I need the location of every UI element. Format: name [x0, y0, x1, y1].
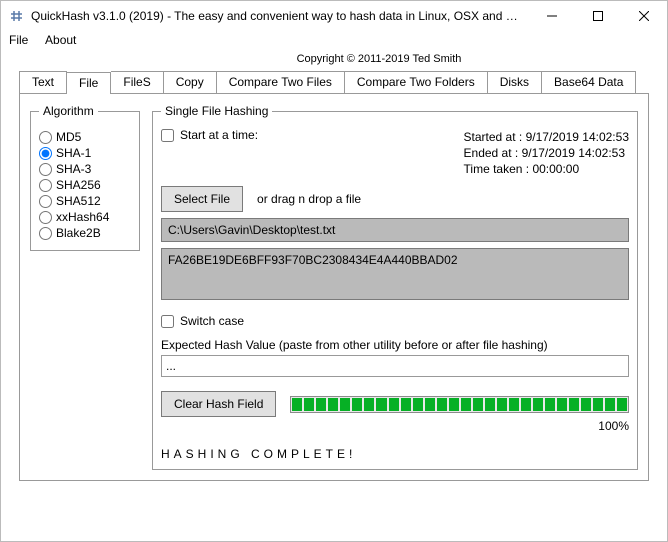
title-bar: QuickHash v3.1.0 (2019) - The easy and c… — [1, 1, 667, 31]
tab-files[interactable]: FileS — [111, 71, 163, 93]
radio-sha3[interactable]: SHA-3 — [39, 162, 131, 176]
app-icon — [9, 8, 25, 24]
switch-case-checkbox[interactable]: Switch case — [161, 314, 629, 328]
tab-bar: Text File FileS Copy Compare Two Files C… — [19, 71, 649, 93]
radio-sha256[interactable]: SHA256 — [39, 178, 131, 192]
started-at-label: Started at : — [464, 130, 523, 144]
start-at-time-checkbox[interactable]: Start at a time: — [161, 128, 258, 142]
hash-value-display: FA26BE19DE6BFF93F70BC2308434E4A440BBAD02 — [161, 248, 629, 300]
maximize-button[interactable] — [575, 1, 621, 31]
tab-compare-two-folders[interactable]: Compare Two Folders — [345, 71, 488, 93]
single-file-legend: Single File Hashing — [161, 104, 272, 118]
tab-content: Algorithm MD5 SHA-1 SHA-3 SHA256 SHA512 … — [19, 93, 649, 481]
algorithm-legend: Algorithm — [39, 104, 98, 118]
expected-hash-input[interactable] — [161, 355, 629, 377]
menu-about[interactable]: About — [45, 33, 76, 47]
radio-blake2b[interactable]: Blake2B — [39, 226, 131, 240]
tab-compare-two-files[interactable]: Compare Two Files — [217, 71, 345, 93]
tab-disks[interactable]: Disks — [488, 71, 542, 93]
radio-md5[interactable]: MD5 — [39, 130, 131, 144]
copyright-text: Copyright © 2011-2019 Ted Smith — [1, 53, 667, 65]
time-taken-value: 00:00:00 — [532, 162, 579, 176]
algorithm-group: Algorithm MD5 SHA-1 SHA-3 SHA256 SHA512 … — [30, 104, 140, 251]
tab-copy[interactable]: Copy — [164, 71, 217, 93]
menu-bar: File About — [1, 31, 667, 49]
progress-bar — [290, 396, 629, 413]
tab-text[interactable]: Text — [19, 71, 67, 93]
ended-at-value: 9/17/2019 14:02:53 — [522, 146, 625, 160]
menu-file[interactable]: File — [9, 33, 28, 47]
single-file-hashing-group: Single File Hashing Start at a time: Sta… — [152, 104, 638, 470]
close-button[interactable] — [621, 1, 667, 31]
file-path-display: C:\Users\Gavin\Desktop\test.txt — [161, 218, 629, 242]
radio-sha1[interactable]: SHA-1 — [39, 146, 131, 160]
started-at-value: 9/17/2019 14:02:53 — [526, 130, 629, 144]
expected-hash-label: Expected Hash Value (paste from other ut… — [161, 338, 629, 352]
select-file-button[interactable]: Select File — [161, 186, 243, 212]
timing-info: Started at : 9/17/2019 14:02:53 Ended at… — [464, 128, 629, 178]
time-taken-label: Time taken : — [464, 162, 530, 176]
radio-sha512[interactable]: SHA512 — [39, 194, 131, 208]
progress-percent: 100% — [161, 419, 629, 433]
tab-file[interactable]: File — [67, 72, 111, 94]
radio-xxhash64[interactable]: xxHash64 — [39, 210, 131, 224]
minimize-button[interactable] — [529, 1, 575, 31]
ended-at-label: Ended at : — [464, 146, 519, 160]
window-title: QuickHash v3.1.0 (2019) - The easy and c… — [31, 9, 529, 23]
status-text: HASHING COMPLETE! — [161, 447, 629, 461]
tab-base64[interactable]: Base64 Data — [542, 71, 636, 93]
clear-hash-field-button[interactable]: Clear Hash Field — [161, 391, 276, 417]
drag-hint: or drag n drop a file — [257, 192, 361, 206]
